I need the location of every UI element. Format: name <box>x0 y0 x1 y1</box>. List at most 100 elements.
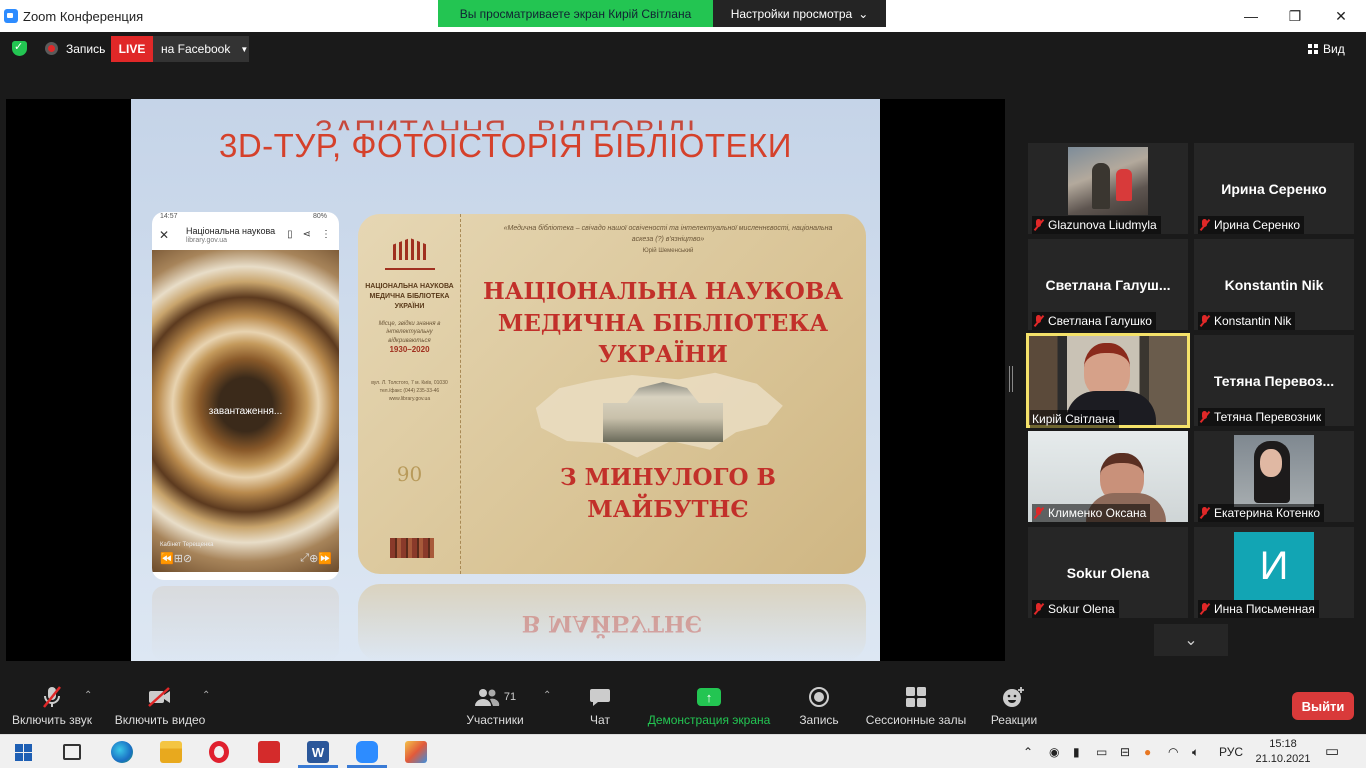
download-icon: ⊕ <box>309 553 319 565</box>
compass-icon: ⊘ <box>182 553 193 565</box>
participant-name-bar: Светлана Галушко <box>1032 312 1156 330</box>
record-button[interactable]: Запись <box>794 684 844 727</box>
participant-name: Glazunova Liudmyla <box>1048 218 1157 232</box>
fullscreen-icon: ⤢ <box>300 552 310 564</box>
recording-label: Запись <box>66 42 106 56</box>
participant-tile[interactable]: Sokur Olena Sokur Olena <box>1028 527 1188 618</box>
view-settings-button[interactable]: Настройки просмотра ⌄ <box>713 0 886 27</box>
shared-screen: ЗАПИТАННЯ - ВІДПОВІДІ 3D-ТУР, ФОТОІСТОРІ… <box>6 99 1005 661</box>
banner-reflection: В МАЙБУТНЄ <box>358 584 866 661</box>
participant-name: Konstantin Nik <box>1214 314 1292 328</box>
participant-video-face <box>1084 343 1130 397</box>
muted-mic-icon <box>1200 507 1210 519</box>
breakout-rooms-button[interactable]: Сессионные залы <box>862 684 970 727</box>
windows-start-icon[interactable] <box>15 744 32 761</box>
video-off-icon <box>112 684 208 710</box>
presentation-slide: ЗАПИТАННЯ - ВІДПОВІДІ 3D-ТУР, ФОТОІСТОРІ… <box>131 99 880 661</box>
participant-name: Клименко Оксана <box>1048 506 1147 520</box>
participants-label: Участники <box>466 713 524 727</box>
opera-browser-icon[interactable] <box>209 741 229 763</box>
minimize-button[interactable]: — <box>1228 0 1274 32</box>
participant-name: Екатерина Котенко <box>1214 506 1321 520</box>
participant-name: Тетяна Перевозник <box>1214 410 1322 424</box>
gallery-next-page-button[interactable]: ⌄ <box>1154 624 1228 656</box>
record-label: Запись <box>799 713 839 727</box>
security-shield-icon[interactable] <box>12 40 27 56</box>
participants-button[interactable]: 71 Участники <box>462 684 528 727</box>
live-stream-target-button[interactable]: на Facebook ▼ <box>153 36 249 62</box>
muted-mic-icon <box>1200 411 1210 423</box>
task-view-icon[interactable] <box>63 744 81 760</box>
pdf-reader-icon[interactable] <box>258 741 280 763</box>
breakout-rooms-label: Сессионные залы <box>865 713 967 727</box>
participant-name: Светлана Галушко <box>1048 314 1152 328</box>
audio-options-caret-icon[interactable]: ⌃ <box>84 690 92 701</box>
network-tray-icon[interactable]: ⊟ <box>1120 745 1130 759</box>
participant-tile[interactable]: Тетяна Перевоз... Тетяна Перевозник <box>1194 335 1354 426</box>
chat-icon <box>580 684 620 710</box>
notifications-icon[interactable]: ▭ <box>1325 742 1339 760</box>
edge-browser-icon[interactable] <box>111 741 133 763</box>
battery-tray-icon[interactable]: ▭ <box>1096 745 1107 759</box>
rewind-icon: ⏪ <box>160 553 174 565</box>
panel-splitter-handle[interactable] <box>1009 366 1013 392</box>
participant-tile[interactable]: Konstantin Nik Konstantin Nik <box>1194 239 1354 330</box>
word-icon[interactable]: W <box>307 741 329 763</box>
tray-expand-icon[interactable]: ⌃ <box>1023 745 1033 759</box>
participant-tile[interactable]: И Инна Письменная <box>1194 527 1354 618</box>
participants-options-caret-icon[interactable]: ⌃ <box>543 690 551 701</box>
unmute-label: Включить звук <box>11 713 93 727</box>
bookmark-icon: ▯ <box>287 229 293 240</box>
close-button[interactable]: ✕ <box>1318 0 1364 32</box>
paint-icon[interactable] <box>405 741 427 763</box>
phone-page-title: Національна наукова... <box>186 226 276 236</box>
restore-button[interactable]: ❐ <box>1272 0 1318 32</box>
record-icon <box>794 684 844 710</box>
webcam-tray-icon[interactable]: ◉ <box>1049 745 1059 759</box>
reactions-icon <box>986 684 1042 710</box>
muted-mic-icon <box>1200 315 1210 327</box>
phone-actions: ▯ ⋖ ⋮ <box>287 229 331 240</box>
participant-tile[interactable]: Клименко Оксана <box>1028 431 1188 522</box>
participant-display-name: Ирина Серенко <box>1221 181 1327 197</box>
phone-page-url: library.gov.ua <box>186 237 227 244</box>
participant-tile[interactable]: Glazunova Liudmyla <box>1028 143 1188 234</box>
phone-time: 14:57 <box>160 213 178 220</box>
participant-tile[interactable]: Светлана Галуш... Светлана Галушко <box>1028 239 1188 330</box>
mic-muted-icon <box>8 684 96 710</box>
participant-display-name: Тетяна Перевоз... <box>1213 373 1335 389</box>
participant-name-bar: Тетяна Перевозник <box>1198 408 1326 426</box>
active-speaker-tile[interactable]: Кирій Світлана <box>1026 333 1190 428</box>
participant-name-bar: Sokur Olena <box>1032 600 1119 618</box>
reactions-button[interactable]: Реакции <box>986 684 1042 727</box>
share-screen-button[interactable]: ↑ Демонстрация экрана <box>644 684 774 727</box>
wifi-tray-icon[interactable]: ◠ <box>1168 745 1178 759</box>
volume-tray-icon[interactable]: 🔈︎ <box>1192 745 1199 760</box>
participant-video-detail <box>1116 169 1132 201</box>
avast-tray-icon[interactable]: ● <box>1144 745 1151 759</box>
video-options-caret-icon[interactable]: ⌃ <box>202 690 210 701</box>
banner-reflection-text: В МАЙБУТНЄ <box>521 610 703 636</box>
participant-tile[interactable]: Екатерина Котенко <box>1194 431 1354 522</box>
banner-quote-author: Юрій Шеменський <box>642 248 694 254</box>
participant-name: Ирина Серенко <box>1214 218 1301 232</box>
system-clock[interactable]: 15:18 21.10.2021 <box>1255 737 1311 768</box>
share-screen-icon: ↑ <box>697 688 721 706</box>
banner-tagline: З МИНУЛОГО В МАЙБУТНЄ <box>560 464 776 524</box>
grid-icon: ⊞ <box>173 553 183 565</box>
file-explorer-icon[interactable] <box>160 741 182 763</box>
banner-library-name: НАЦІОНАЛЬНА НАУКОВА МЕДИЧНА БІБЛІОТЕКА У… <box>483 278 843 369</box>
microphone-tray-icon[interactable]: ▮ <box>1073 745 1080 759</box>
view-button[interactable]: Вид <box>1308 36 1358 62</box>
participant-tile[interactable]: Ирина Серенко Ирина Серенко <box>1194 143 1354 234</box>
participant-avatar: И <box>1234 532 1314 600</box>
leave-meeting-button[interactable]: Выйти <box>1292 692 1354 720</box>
chat-button[interactable]: Чат <box>580 684 620 727</box>
unmute-button[interactable]: Включить звук <box>8 684 96 727</box>
participants-count: 71 <box>503 691 517 703</box>
books-image <box>390 538 434 558</box>
keyboard-language[interactable]: РУС <box>1219 745 1243 759</box>
start-video-button[interactable]: Включить видео <box>112 684 208 727</box>
zoom-taskbar-icon[interactable] <box>356 741 378 763</box>
clock-date: 21.10.2021 <box>1255 753 1311 766</box>
